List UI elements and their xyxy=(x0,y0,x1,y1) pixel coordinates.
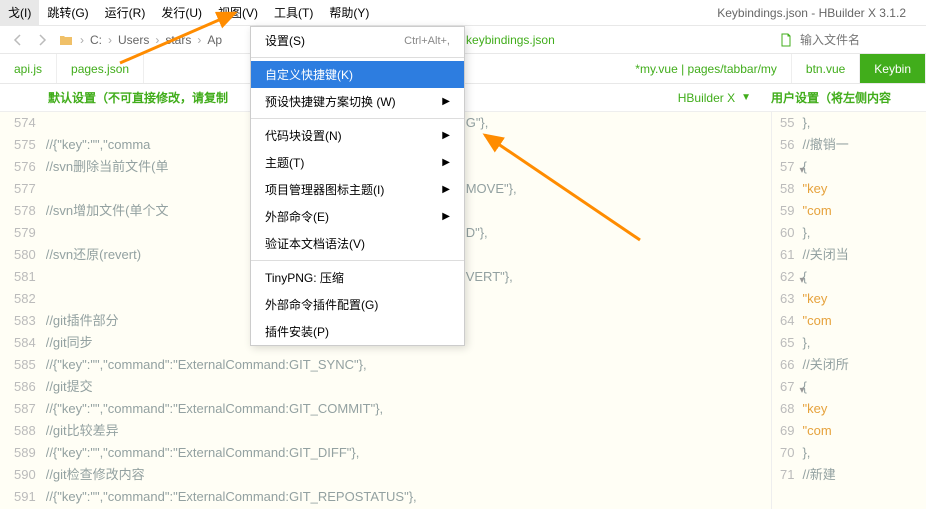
menubar: 戈(I)跳转(G)运行(R)发行(U)视图(V)工具(T)帮助(Y) Keybi… xyxy=(0,0,926,26)
chevron-right-icon: ▶ xyxy=(442,96,450,107)
tab-keybindings[interactable]: Keybin xyxy=(860,54,926,83)
tab-my-vue[interactable]: *my.vue | pages/tabbar/my xyxy=(621,54,792,83)
gutter-left: 5745755765775785795805815825835845855865… xyxy=(0,112,46,509)
user-settings-title: 用户设置（将左侧内容 xyxy=(771,89,926,106)
menu-item[interactable]: 外部命令(E)▶ xyxy=(251,203,464,230)
fold-caret-icon[interactable]: ▾ xyxy=(799,270,804,292)
forward-icon[interactable] xyxy=(34,32,50,48)
menu-item[interactable]: 帮助(Y) xyxy=(321,0,377,26)
menu-item[interactable]: 设置(S)Ctrl+Alt+, xyxy=(251,27,464,54)
menu-item[interactable]: 自定义快捷键(K) xyxy=(251,61,464,88)
tab-btn-vue[interactable]: btn.vue xyxy=(792,54,860,83)
breadcrumb-file[interactable]: keybindings.json xyxy=(466,33,555,47)
menu-item[interactable]: 代码块设置(N)▶ xyxy=(251,122,464,149)
chevron-right-icon: ▶ xyxy=(442,184,450,195)
menu-separator xyxy=(251,118,464,119)
menu-item[interactable]: 项目管理器图标主题(I)▶ xyxy=(251,176,464,203)
chevron-down-icon: ▼ xyxy=(741,92,751,103)
menu-item[interactable]: 验证本文档语法(V) xyxy=(251,230,464,257)
fold-caret-icon[interactable]: ▾ xyxy=(799,160,804,182)
menu-separator xyxy=(251,57,464,58)
tab-pages-json[interactable]: pages.json xyxy=(57,54,144,83)
scheme-dropdown[interactable]: HBuilder X▼ xyxy=(658,91,771,105)
window-title: Keybindings.json - HBuilder X 3.1.2 xyxy=(717,6,926,20)
menu-item[interactable]: 视图(V) xyxy=(210,0,266,26)
back-icon[interactable] xyxy=(10,32,26,48)
code-right[interactable]: }, //撤销一 { "key "com }, //关闭当 { "key "co… xyxy=(802,112,926,509)
chevron-right-icon: ▶ xyxy=(442,130,450,141)
file-add-icon[interactable] xyxy=(778,32,794,48)
file-name-input[interactable] xyxy=(800,33,920,47)
menu-separator xyxy=(251,260,464,261)
fold-caret-icon[interactable]: ▾ xyxy=(799,380,804,402)
editor-right[interactable]: 555657▾5859606162▾6364656667▾68697071 },… xyxy=(771,112,926,509)
menu-item[interactable]: 运行(R) xyxy=(97,0,154,26)
tab-api-js[interactable]: api.js xyxy=(0,54,57,83)
breadcrumb[interactable]: › C:› Users› stars› Ap xyxy=(78,33,226,47)
menu-item[interactable]: TinyPNG: 压缩 xyxy=(251,264,464,291)
menu-item[interactable]: 主题(T)▶ xyxy=(251,149,464,176)
chevron-right-icon: ▶ xyxy=(442,211,450,222)
chevron-right-icon: ▶ xyxy=(442,157,450,168)
folder-icon[interactable] xyxy=(58,32,74,48)
menu-item[interactable]: 工具(T) xyxy=(266,0,321,26)
menu-item[interactable]: 插件安装(P) xyxy=(251,318,464,345)
menu-item[interactable]: 外部命令插件配置(G) xyxy=(251,291,464,318)
menu-item[interactable]: 发行(U) xyxy=(153,0,210,26)
gutter-right: 555657▾5859606162▾6364656667▾68697071 xyxy=(772,112,802,509)
tools-menu[interactable]: 设置(S)Ctrl+Alt+, 自定义快捷键(K)预设快捷键方案切换 (W)▶ 代码… xyxy=(250,26,465,346)
menu-item[interactable]: 预设快捷键方案切换 (W)▶ xyxy=(251,88,464,115)
menu-item[interactable]: 戈(I) xyxy=(0,0,39,26)
menu-item[interactable]: 跳转(G) xyxy=(39,0,96,26)
